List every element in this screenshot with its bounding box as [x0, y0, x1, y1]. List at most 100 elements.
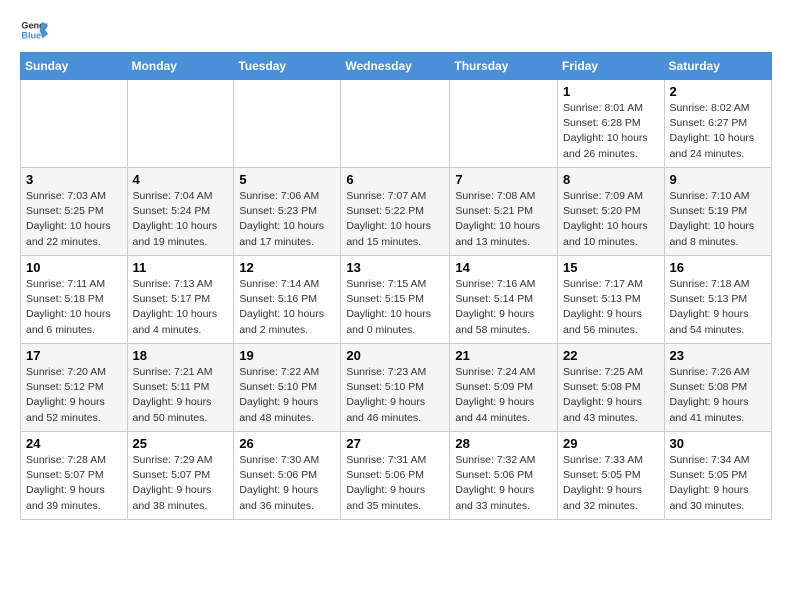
day-number: 9	[670, 172, 766, 187]
calendar-day-cell: 27 Sunrise: 7:31 AM Sunset: 5:06 PM Dayli…	[341, 432, 450, 520]
day-info: Sunrise: 7:04 AM Sunset: 5:24 PM Dayligh…	[133, 189, 229, 250]
calendar-day-cell: 11 Sunrise: 7:13 AM Sunset: 5:17 PM Dayli…	[127, 256, 234, 344]
calendar-day-cell	[21, 80, 128, 168]
day-number: 22	[563, 348, 659, 363]
day-number: 11	[133, 260, 229, 275]
day-number: 18	[133, 348, 229, 363]
calendar-day-cell: 3 Sunrise: 7:03 AM Sunset: 5:25 PM Daylig…	[21, 168, 128, 256]
day-info: Sunrise: 7:14 AM Sunset: 5:16 PM Dayligh…	[239, 277, 335, 338]
day-info: Sunrise: 7:30 AM Sunset: 5:06 PM Dayligh…	[239, 453, 335, 514]
calendar-day-cell: 18 Sunrise: 7:21 AM Sunset: 5:11 PM Dayli…	[127, 344, 234, 432]
day-info: Sunrise: 7:15 AM Sunset: 5:15 PM Dayligh…	[346, 277, 444, 338]
calendar-day-cell: 28 Sunrise: 7:32 AM Sunset: 5:06 PM Dayli…	[450, 432, 558, 520]
calendar-day-cell: 9 Sunrise: 7:10 AM Sunset: 5:19 PM Daylig…	[664, 168, 771, 256]
day-number: 4	[133, 172, 229, 187]
calendar-day-cell: 7Sunrise: 7:08 AM Sunset: 5:21 PM Daylig…	[450, 168, 558, 256]
calendar-table: SundayMondayTuesdayWednesdayThursdayFrid…	[20, 52, 772, 520]
day-info: Sunrise: 7:34 AM Sunset: 5:05 PM Dayligh…	[670, 453, 766, 514]
calendar-day-cell	[234, 80, 341, 168]
calendar-day-cell: 4 Sunrise: 7:04 AM Sunset: 5:24 PM Daylig…	[127, 168, 234, 256]
day-number: 23	[670, 348, 766, 363]
day-info: Sunrise: 7:23 AM Sunset: 5:10 PM Dayligh…	[346, 365, 444, 426]
day-number: 15	[563, 260, 659, 275]
weekday-header: Thursday	[450, 53, 558, 80]
header: General Blue	[20, 16, 772, 44]
day-info: Sunrise: 7:25 AM Sunset: 5:08 PM Dayligh…	[563, 365, 659, 426]
day-number: 21	[455, 348, 552, 363]
calendar-day-cell	[450, 80, 558, 168]
calendar-week-row: 3 Sunrise: 7:03 AM Sunset: 5:25 PM Daylig…	[21, 168, 772, 256]
day-info: Sunrise: 7:09 AM Sunset: 5:20 PM Dayligh…	[563, 189, 659, 250]
day-info: Sunrise: 8:01 AM Sunset: 6:28 PM Dayligh…	[563, 101, 659, 162]
day-number: 2	[670, 84, 766, 99]
day-number: 12	[239, 260, 335, 275]
calendar-day-cell: 23 Sunrise: 7:26 AM Sunset: 5:08 PM Dayli…	[664, 344, 771, 432]
day-number: 19	[239, 348, 335, 363]
calendar-week-row: 10 Sunrise: 7:11 AM Sunset: 5:18 PM Dayli…	[21, 256, 772, 344]
calendar-day-cell: 8 Sunrise: 7:09 AM Sunset: 5:20 PM Daylig…	[558, 168, 665, 256]
day-number: 20	[346, 348, 444, 363]
calendar-day-cell: 17Sunrise: 7:20 AM Sunset: 5:12 PM Dayli…	[21, 344, 128, 432]
day-info: Sunrise: 7:06 AM Sunset: 5:23 PM Dayligh…	[239, 189, 335, 250]
day-info: Sunrise: 7:32 AM Sunset: 5:06 PM Dayligh…	[455, 453, 552, 514]
calendar-day-cell: 1 Sunrise: 8:01 AM Sunset: 6:28 PM Daylig…	[558, 80, 665, 168]
calendar-day-cell: 10 Sunrise: 7:11 AM Sunset: 5:18 PM Dayli…	[21, 256, 128, 344]
day-info: Sunrise: 7:07 AM Sunset: 5:22 PM Dayligh…	[346, 189, 444, 250]
day-info: Sunrise: 7:03 AM Sunset: 5:25 PM Dayligh…	[26, 189, 122, 250]
day-info: Sunrise: 7:16 AM Sunset: 5:14 PM Dayligh…	[455, 277, 552, 338]
day-info: Sunrise: 7:21 AM Sunset: 5:11 PM Dayligh…	[133, 365, 229, 426]
calendar-week-row: 24 Sunrise: 7:28 AM Sunset: 5:07 PM Dayli…	[21, 432, 772, 520]
day-info: Sunrise: 7:26 AM Sunset: 5:08 PM Dayligh…	[670, 365, 766, 426]
day-number: 28	[455, 436, 552, 451]
calendar-day-cell: 13 Sunrise: 7:15 AM Sunset: 5:15 PM Dayli…	[341, 256, 450, 344]
calendar-day-cell: 6 Sunrise: 7:07 AM Sunset: 5:22 PM Daylig…	[341, 168, 450, 256]
logo: General Blue	[20, 16, 48, 44]
day-info: Sunrise: 7:24 AM Sunset: 5:09 PM Dayligh…	[455, 365, 552, 426]
day-number: 25	[133, 436, 229, 451]
day-info: Sunrise: 8:02 AM Sunset: 6:27 PM Dayligh…	[670, 101, 766, 162]
calendar-day-cell	[341, 80, 450, 168]
day-info: Sunrise: 7:29 AM Sunset: 5:07 PM Dayligh…	[133, 453, 229, 514]
weekday-header-row: SundayMondayTuesdayWednesdayThursdayFrid…	[21, 53, 772, 80]
day-info: Sunrise: 7:11 AM Sunset: 5:18 PM Dayligh…	[26, 277, 122, 338]
weekday-header: Friday	[558, 53, 665, 80]
calendar-week-row: 17Sunrise: 7:20 AM Sunset: 5:12 PM Dayli…	[21, 344, 772, 432]
day-info: Sunrise: 7:20 AM Sunset: 5:12 PM Dayligh…	[26, 365, 122, 426]
weekday-header: Monday	[127, 53, 234, 80]
calendar-day-cell: 12 Sunrise: 7:14 AM Sunset: 5:16 PM Dayli…	[234, 256, 341, 344]
day-number: 1	[563, 84, 659, 99]
calendar-day-cell: 21 Sunrise: 7:24 AM Sunset: 5:09 PM Dayli…	[450, 344, 558, 432]
day-info: Sunrise: 7:17 AM Sunset: 5:13 PM Dayligh…	[563, 277, 659, 338]
calendar-day-cell	[127, 80, 234, 168]
day-info: Sunrise: 7:08 AM Sunset: 5:21 PM Dayligh…	[455, 189, 552, 250]
day-number: 30	[670, 436, 766, 451]
day-number: 13	[346, 260, 444, 275]
logo-icon: General Blue	[20, 16, 48, 44]
calendar-day-cell: 15 Sunrise: 7:17 AM Sunset: 5:13 PM Dayli…	[558, 256, 665, 344]
calendar-day-cell: 2 Sunrise: 8:02 AM Sunset: 6:27 PM Daylig…	[664, 80, 771, 168]
day-info: Sunrise: 7:10 AM Sunset: 5:19 PM Dayligh…	[670, 189, 766, 250]
day-info: Sunrise: 7:28 AM Sunset: 5:07 PM Dayligh…	[26, 453, 122, 514]
calendar-day-cell: 30 Sunrise: 7:34 AM Sunset: 5:05 PM Dayli…	[664, 432, 771, 520]
day-number: 14	[455, 260, 552, 275]
day-number: 6	[346, 172, 444, 187]
day-number: 24	[26, 436, 122, 451]
weekday-header: Wednesday	[341, 53, 450, 80]
day-info: Sunrise: 7:18 AM Sunset: 5:13 PM Dayligh…	[670, 277, 766, 338]
calendar-day-cell: 25 Sunrise: 7:29 AM Sunset: 5:07 PM Dayli…	[127, 432, 234, 520]
day-number: 16	[670, 260, 766, 275]
calendar-day-cell: 29Sunrise: 7:33 AM Sunset: 5:05 PM Dayli…	[558, 432, 665, 520]
day-number: 8	[563, 172, 659, 187]
svg-text:Blue: Blue	[21, 30, 41, 40]
day-number: 10	[26, 260, 122, 275]
day-number: 26	[239, 436, 335, 451]
day-number: 5	[239, 172, 335, 187]
day-info: Sunrise: 7:31 AM Sunset: 5:06 PM Dayligh…	[346, 453, 444, 514]
calendar-day-cell: 22 Sunrise: 7:25 AM Sunset: 5:08 PM Dayli…	[558, 344, 665, 432]
day-number: 27	[346, 436, 444, 451]
day-number: 3	[26, 172, 122, 187]
calendar-week-row: 1 Sunrise: 8:01 AM Sunset: 6:28 PM Daylig…	[21, 80, 772, 168]
calendar-day-cell: 19Sunrise: 7:22 AM Sunset: 5:10 PM Dayli…	[234, 344, 341, 432]
day-info: Sunrise: 7:13 AM Sunset: 5:17 PM Dayligh…	[133, 277, 229, 338]
calendar-day-cell: 14 Sunrise: 7:16 AM Sunset: 5:14 PM Dayli…	[450, 256, 558, 344]
